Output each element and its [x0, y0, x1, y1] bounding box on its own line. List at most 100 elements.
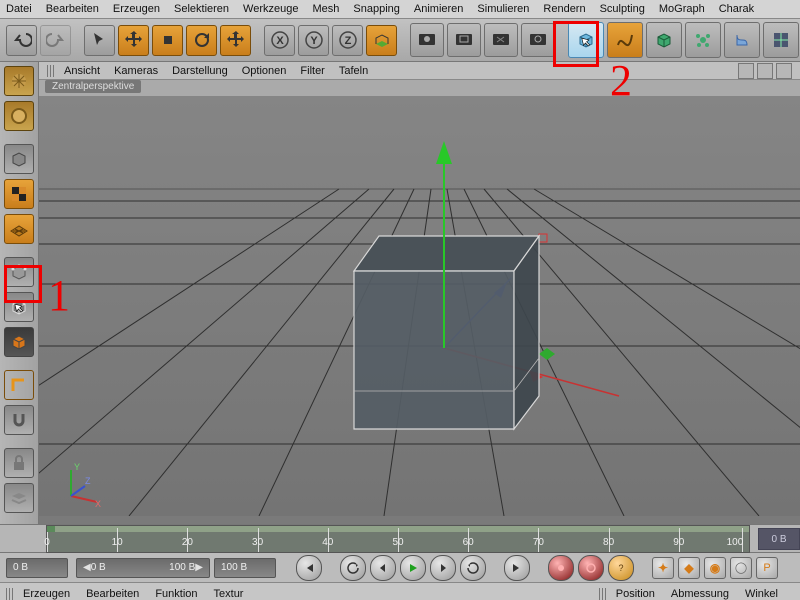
key-rot-toggle[interactable]: ◉: [704, 557, 726, 579]
goto-start-button[interactable]: [296, 555, 322, 581]
add-spline[interactable]: [607, 22, 643, 58]
menu-snapping[interactable]: Snapping: [353, 3, 400, 15]
annotation-number-1: 1: [48, 270, 70, 321]
vp-menu-tafeln[interactable]: Tafeln: [339, 65, 368, 77]
y-axis-gizmo: [39, 96, 800, 516]
axis-y-label: Y: [74, 462, 80, 472]
tab-abmessung[interactable]: Abmessung: [671, 588, 729, 600]
svg-text:?: ?: [618, 563, 623, 573]
goto-end-button[interactable]: [504, 555, 530, 581]
range-slider[interactable]: ◀ 0 B 100 B ▶: [76, 558, 210, 578]
x-axis-lock[interactable]: X: [264, 25, 295, 56]
key-options-button[interactable]: ?: [608, 555, 634, 581]
select-tool[interactable]: [84, 25, 115, 56]
viewport-menu: Ansicht Kameras Darstellung Optionen Fil…: [39, 62, 800, 80]
coord-system[interactable]: [366, 25, 397, 56]
tab-textur[interactable]: Textur: [214, 588, 244, 600]
key-pos-toggle[interactable]: ✦: [652, 557, 674, 579]
key-pla-toggle[interactable]: P: [756, 557, 778, 579]
render-picture[interactable]: [484, 23, 518, 57]
render-region[interactable]: [447, 23, 481, 57]
drag-handle-icon[interactable]: [599, 588, 608, 600]
scale-tool[interactable]: [152, 25, 183, 56]
key-scale-toggle[interactable]: ◆: [678, 557, 700, 579]
annotation-number-2: 2: [610, 55, 632, 106]
redo-button[interactable]: [40, 25, 71, 56]
annotation-box-2: [553, 21, 599, 67]
drag-handle-icon[interactable]: [47, 65, 56, 77]
tab-erzeugen[interactable]: Erzeugen: [23, 588, 70, 600]
lock-mode[interactable]: [4, 448, 34, 478]
menu-charakter[interactable]: Charak: [719, 3, 754, 15]
undo-button[interactable]: [6, 25, 37, 56]
tab-winkel[interactable]: Winkel: [745, 588, 778, 600]
vp-menu-filter[interactable]: Filter: [300, 65, 324, 77]
viewport-label-bar: Zentralperspektive: [39, 80, 800, 96]
snap-mode[interactable]: [4, 405, 34, 435]
vp-menu-darstellung[interactable]: Darstellung: [172, 65, 228, 77]
workplane-mode[interactable]: [4, 214, 34, 244]
autokey-button[interactable]: [578, 555, 604, 581]
end-frame-field[interactable]: 100 B: [214, 558, 276, 578]
main-menu: Datei Bearbeiten Erzeugen Selektieren We…: [0, 0, 800, 19]
axis-mode[interactable]: [4, 370, 34, 400]
render-settings[interactable]: [521, 23, 555, 57]
z-axis-lock[interactable]: Z: [332, 25, 363, 56]
record-button[interactable]: [548, 555, 574, 581]
viewport-projection-label: Zentralperspektive: [45, 80, 141, 93]
axis-z-label: Z: [85, 476, 91, 486]
next-key-button[interactable]: [460, 555, 486, 581]
y-axis-lock[interactable]: Y: [298, 25, 329, 56]
drag-handle-icon[interactable]: [6, 588, 15, 600]
menu-werkzeuge[interactable]: Werkzeuge: [243, 3, 298, 15]
tab-bearbeiten[interactable]: Bearbeiten: [86, 588, 139, 600]
menu-mograph[interactable]: MoGraph: [659, 3, 705, 15]
object-mode[interactable]: [4, 101, 34, 131]
timeline-ruler[interactable]: 0 10 20 30 40 50 60 70 80 90 100: [46, 525, 750, 553]
menu-mesh[interactable]: Mesh: [312, 3, 339, 15]
menu-animieren[interactable]: Animieren: [414, 3, 464, 15]
last-tool[interactable]: [220, 25, 251, 56]
model-mode[interactable]: [4, 66, 34, 96]
menu-datei[interactable]: Datei: [6, 3, 32, 15]
add-particle[interactable]: [685, 22, 721, 58]
add-deformer[interactable]: [724, 22, 760, 58]
vp-nav-zoom[interactable]: [757, 63, 773, 79]
vp-menu-kameras[interactable]: Kameras: [114, 65, 158, 77]
transport-bar: 0 B ◀ 0 B 100 B ▶ 100 B ? ✦ ◆ ◉ ◯ P: [0, 552, 800, 582]
tab-position[interactable]: Position: [616, 588, 655, 600]
uv-mode[interactable]: [4, 179, 34, 209]
step-fwd-button[interactable]: [430, 555, 456, 581]
bottom-panels: Erzeugen Bearbeiten Funktion Textur Posi…: [0, 582, 800, 600]
annotation-box-1: [4, 265, 42, 303]
svg-text:Y: Y: [310, 35, 318, 47]
viewport-3d[interactable]: Y Z X: [39, 96, 800, 524]
vp-nav-orbit[interactable]: [776, 63, 792, 79]
svg-text:Z: Z: [344, 35, 351, 47]
render-view[interactable]: [410, 23, 444, 57]
current-frame-field[interactable]: 0 B: [6, 558, 68, 578]
vp-menu-optionen[interactable]: Optionen: [242, 65, 287, 77]
layer-palette[interactable]: [4, 483, 34, 513]
menu-simulieren[interactable]: Simulieren: [477, 3, 529, 15]
key-param-toggle[interactable]: ◯: [730, 557, 752, 579]
menu-erzeugen[interactable]: Erzeugen: [113, 3, 160, 15]
menu-rendern[interactable]: Rendern: [543, 3, 585, 15]
menu-sculpting[interactable]: Sculpting: [600, 3, 645, 15]
play-button[interactable]: [400, 555, 426, 581]
timeline[interactable]: 0 10 20 30 40 50 60 70 80 90 100 0 B: [0, 524, 800, 552]
add-generator[interactable]: [646, 22, 682, 58]
menu-selektieren[interactable]: Selektieren: [174, 3, 229, 15]
texture-mode[interactable]: [4, 144, 34, 174]
vp-menu-ansicht[interactable]: Ansicht: [64, 65, 100, 77]
vp-nav-pan[interactable]: [738, 63, 754, 79]
add-environment[interactable]: [763, 22, 799, 58]
menu-bearbeiten[interactable]: Bearbeiten: [46, 3, 99, 15]
step-back-button[interactable]: [370, 555, 396, 581]
tab-funktion[interactable]: Funktion: [155, 588, 197, 600]
move-tool[interactable]: [118, 25, 149, 56]
svg-text:X: X: [276, 35, 284, 47]
rotate-tool[interactable]: [186, 25, 217, 56]
prev-key-button[interactable]: [340, 555, 366, 581]
polygons-mode[interactable]: [4, 327, 34, 357]
